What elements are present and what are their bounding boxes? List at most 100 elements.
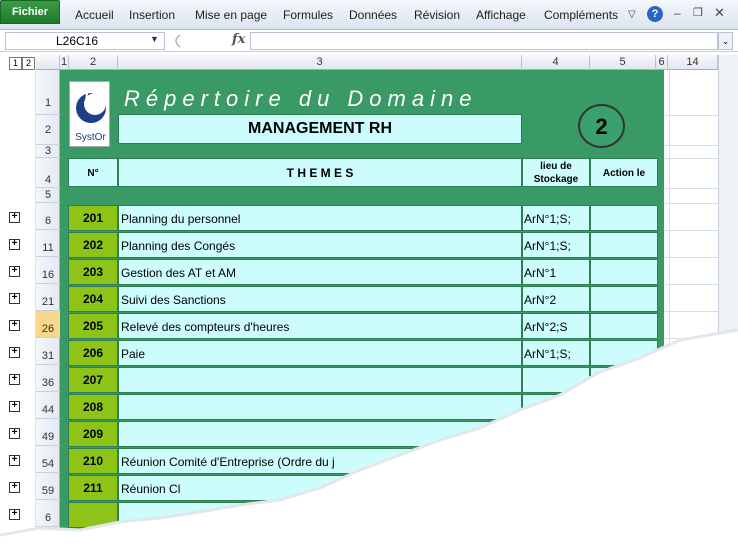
outline-level-1-button[interactable]: 1 <box>9 57 22 70</box>
theme-number[interactable]: 204 <box>68 286 118 312</box>
tab-mise-en-page[interactable]: Mise en page <box>195 8 267 22</box>
tab-accueil[interactable]: Accueil <box>75 8 114 22</box>
theme-cell[interactable]: Relevé des compteurs d'heures <box>118 313 522 339</box>
expand-group-icon[interactable]: + <box>9 212 20 223</box>
tab-revision[interactable]: Révision <box>414 8 460 22</box>
expand-group-icon[interactable]: + <box>9 374 20 385</box>
row-header[interactable]: 5 <box>36 188 60 203</box>
insert-function-icon[interactable]: fx <box>232 32 245 47</box>
storage-cell[interactable]: ArN°1;S; <box>522 205 590 231</box>
theme-number[interactable]: 208 <box>68 394 118 420</box>
theme-cell[interactable]: Planning du personnel <box>118 205 522 231</box>
tab-complements[interactable]: Compléments <box>544 8 618 22</box>
column-header[interactable]: 1 <box>60 55 69 70</box>
row-header[interactable]: 31 <box>36 338 60 365</box>
formula-expand-icon[interactable]: ⌄ <box>718 32 733 50</box>
empty-columns[interactable] <box>664 70 718 545</box>
domain-subtitle[interactable]: MANAGEMENT RH <box>118 114 522 144</box>
action-cell[interactable] <box>590 259 658 285</box>
theme-cell[interactable]: Paie <box>118 340 522 366</box>
storage-cell[interactable] <box>522 475 590 501</box>
theme-cell[interactable]: Réunion Comité d'Entreprise (Ordre du j <box>118 448 522 474</box>
select-all-corner[interactable] <box>36 55 60 70</box>
action-cell[interactable] <box>590 205 658 231</box>
header-num[interactable]: N° <box>68 158 118 187</box>
theme-number[interactable]: 206 <box>68 340 118 366</box>
row-header[interactable]: 44 <box>36 392 60 419</box>
theme-cell[interactable]: Réunion Cl <box>118 475 522 501</box>
column-header[interactable]: 6 <box>656 55 668 70</box>
expand-group-icon[interactable]: + <box>9 455 20 466</box>
tab-formules[interactable]: Formules <box>283 8 333 22</box>
theme-number[interactable]: 207 <box>68 367 118 393</box>
theme-number[interactable]: 202 <box>68 232 118 258</box>
action-cell[interactable] <box>590 232 658 258</box>
storage-cell[interactable] <box>522 421 590 447</box>
outline-level-2-button[interactable]: 2 <box>22 57 35 70</box>
theme-number[interactable] <box>68 502 118 528</box>
header-action[interactable]: Action le <box>590 158 658 187</box>
theme-number[interactable]: 201 <box>68 205 118 231</box>
header-themes[interactable]: T H E M E S <box>118 158 522 187</box>
expand-group-icon[interactable]: + <box>9 293 20 304</box>
window-close-icon[interactable]: ✕ <box>714 5 725 21</box>
storage-cell[interactable]: ArN°2 <box>522 286 590 312</box>
expand-group-icon[interactable]: + <box>9 509 20 520</box>
storage-cell[interactable]: ArN°1;S; <box>522 340 590 366</box>
storage-cell[interactable] <box>522 394 590 420</box>
tab-donnees[interactable]: Données <box>349 8 397 22</box>
expand-group-icon[interactable]: + <box>9 428 20 439</box>
theme-number[interactable]: 209 <box>68 421 118 447</box>
action-cell[interactable] <box>590 421 658 447</box>
column-header[interactable]: 5 <box>590 55 656 70</box>
expand-group-icon[interactable]: + <box>9 482 20 493</box>
row-header[interactable]: 4 <box>36 158 60 188</box>
action-cell[interactable] <box>590 394 658 420</box>
column-header[interactable]: 3 <box>118 55 522 70</box>
row-header[interactable]: 54 <box>36 446 60 473</box>
row-header[interactable]: 59 <box>36 473 60 500</box>
row-header-active[interactable]: 26 <box>36 311 60 338</box>
theme-number[interactable]: 210 <box>68 448 118 474</box>
theme-cell[interactable] <box>118 421 522 447</box>
row-header[interactable]: 2 <box>36 115 60 145</box>
theme-cell[interactable] <box>118 394 522 420</box>
theme-number[interactable]: 211 <box>68 475 118 501</box>
row-header[interactable]: 6 <box>36 203 60 230</box>
row-header[interactable]: 21 <box>36 284 60 311</box>
theme-cell[interactable]: Planning des Congés <box>118 232 522 258</box>
theme-cell[interactable] <box>118 502 522 528</box>
window-restore-icon[interactable]: ❐ <box>693 6 703 19</box>
action-cell[interactable] <box>590 340 658 366</box>
theme-cell[interactable] <box>118 367 522 393</box>
action-cell[interactable] <box>590 313 658 339</box>
action-cell[interactable] <box>590 475 658 501</box>
column-header[interactable]: 2 <box>69 55 118 70</box>
expand-group-icon[interactable]: + <box>9 266 20 277</box>
row-header[interactable]: 1 <box>36 70 60 115</box>
tab-insertion[interactable]: Insertion <box>129 8 175 22</box>
theme-cell[interactable]: Gestion des AT et AM <box>118 259 522 285</box>
name-box[interactable]: L26C16 <box>5 32 165 50</box>
window-minimize-icon[interactable]: – <box>674 6 681 20</box>
storage-cell[interactable]: ArN°1 <box>522 259 590 285</box>
theme-number[interactable]: 205 <box>68 313 118 339</box>
expand-group-icon[interactable]: + <box>9 401 20 412</box>
row-header[interactable]: 3 <box>36 145 60 158</box>
row-header[interactable]: 49 <box>36 419 60 446</box>
column-header[interactable]: 4 <box>522 55 590 70</box>
column-header[interactable]: 14 <box>668 55 718 70</box>
formula-input[interactable] <box>250 32 718 50</box>
row-header[interactable]: 36 <box>36 365 60 392</box>
row-header[interactable]: 16 <box>36 257 60 284</box>
tab-affichage[interactable]: Affichage <box>476 8 526 22</box>
help-icon[interactable]: ? <box>647 6 663 22</box>
action-cell[interactable] <box>590 286 658 312</box>
row-header[interactable]: 11 <box>36 230 60 257</box>
theme-number[interactable]: 203 <box>68 259 118 285</box>
chevron-down-icon[interactable]: ▼ <box>150 34 159 44</box>
ribbon-minimize-icon[interactable]: ▽ <box>628 9 636 20</box>
header-storage[interactable]: lieu de Stockage <box>522 158 590 187</box>
row-header[interactable]: 6 <box>36 500 60 527</box>
action-cell[interactable] <box>590 367 658 393</box>
